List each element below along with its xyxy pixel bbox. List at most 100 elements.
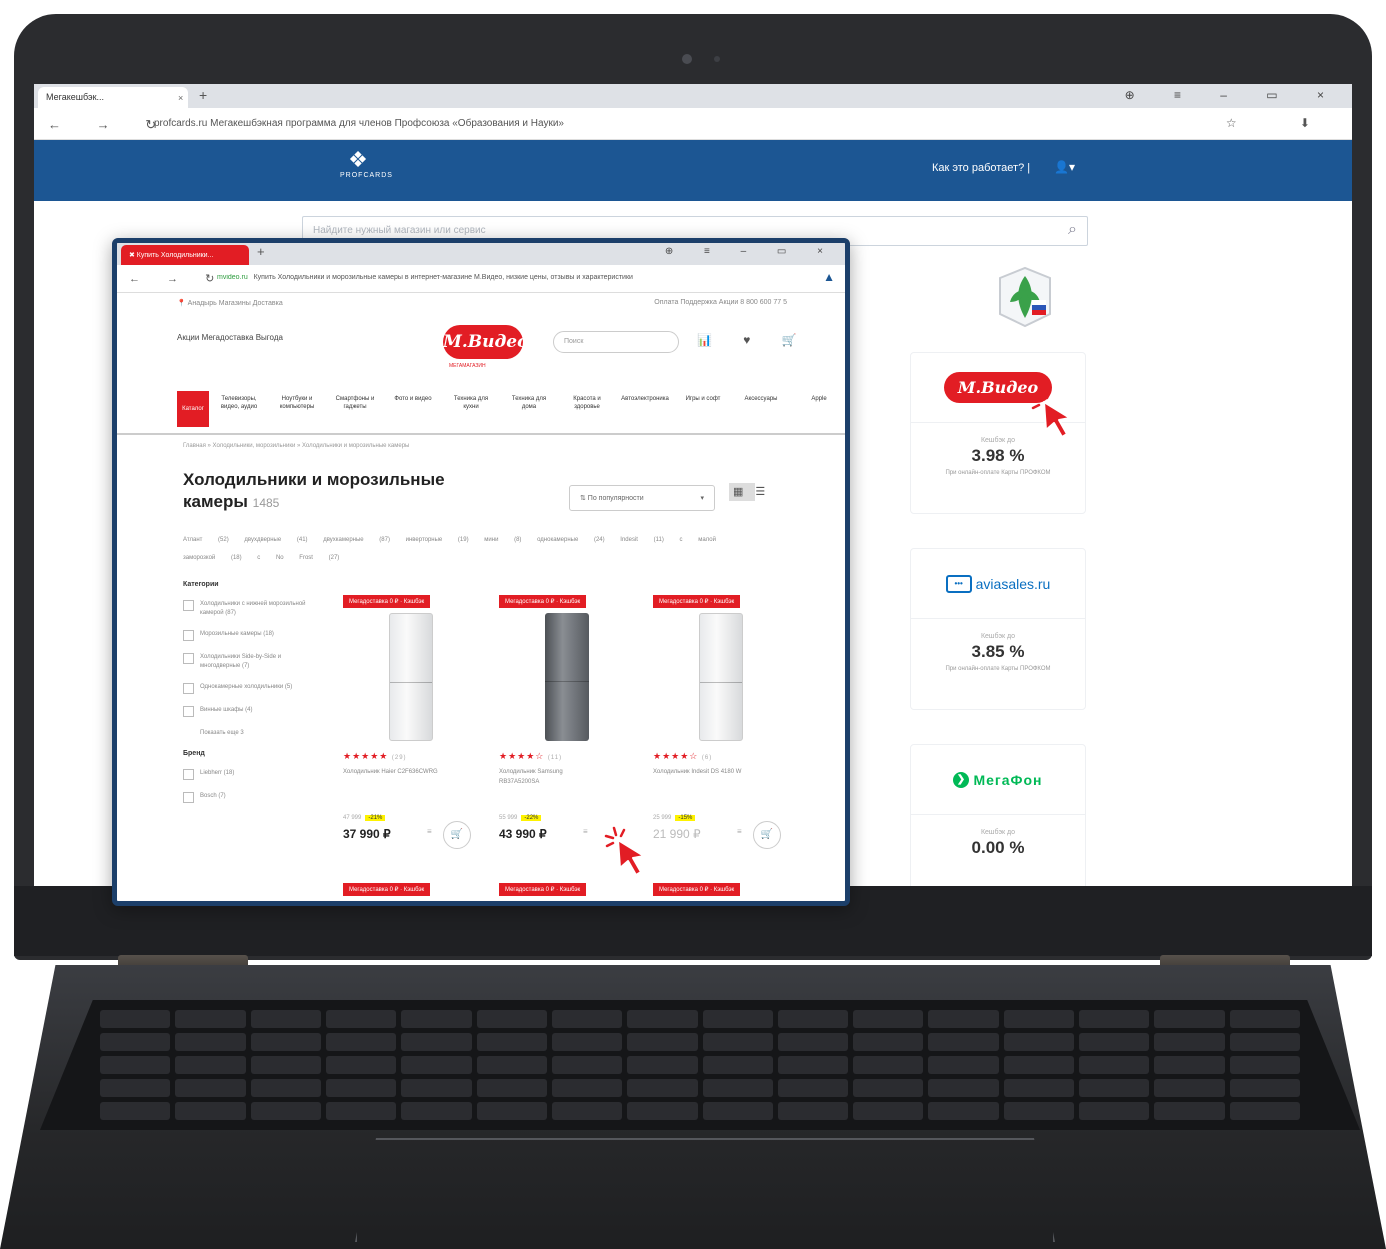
keyboard-key bbox=[702, 1010, 773, 1028]
product-image[interactable] bbox=[545, 613, 589, 741]
category-item[interactable]: Фото и видео bbox=[389, 395, 437, 411]
checkbox[interactable] bbox=[183, 653, 194, 664]
category-item[interactable]: Игры и софт bbox=[679, 395, 727, 411]
top-right-links[interactable]: Оплата Поддержка Акции 8 800 600 77 5 bbox=[654, 299, 787, 306]
add-to-cart-button[interactable]: 🛒 bbox=[753, 821, 781, 849]
filter-checkbox[interactable]: Винные шкафы (4) bbox=[183, 706, 313, 717]
compare-icon[interactable]: ≡ bbox=[737, 827, 742, 836]
old-price: 47 999 -21% bbox=[343, 815, 386, 821]
nav-buttons[interactable]: ← → ↻ bbox=[129, 272, 226, 285]
promo-badge: Мегадоставка 0 ₽ · Кэшбэк bbox=[343, 595, 431, 608]
category-item[interactable]: Телевизоры, видео, аудио bbox=[215, 395, 263, 411]
touchpad bbox=[355, 1138, 1055, 1242]
top-menu[interactable]: Акции Мегадоставка Выгода bbox=[177, 333, 283, 342]
keyboard-key bbox=[853, 1033, 924, 1051]
user-menu-icon[interactable]: 👤▾ bbox=[1054, 160, 1075, 174]
promo-badge: Мегадоставка 0 ₽ · Кэшбэк bbox=[653, 883, 741, 896]
filter-checkbox[interactable]: Холодильники Side-by-Side и многодверные… bbox=[183, 653, 313, 671]
aviasales-icon: ••• bbox=[945, 574, 972, 593]
category-item[interactable]: Автоэлектроника bbox=[621, 395, 669, 411]
checkbox[interactable] bbox=[183, 683, 194, 694]
product-name[interactable]: Холодильник Indesit DS 4180 W bbox=[653, 767, 753, 777]
cashback-card-megafon[interactable]: ❯ МегаФон Кешбэк до 0.00 % bbox=[910, 744, 1086, 886]
tab-mvideo[interactable]: ✖ Купить Холодильники... bbox=[121, 245, 249, 265]
search-icon[interactable]: ⌕ bbox=[1068, 221, 1077, 239]
keyboard-key bbox=[627, 1010, 698, 1028]
new-tab-button[interactable]: + bbox=[199, 87, 207, 103]
checkbox[interactable] bbox=[183, 630, 194, 641]
url-field[interactable]: mvideo.ru Купить Холодильники и морозиль… bbox=[217, 274, 777, 281]
keyboard-key bbox=[1003, 1102, 1075, 1120]
extension-icon[interactable]: ▲ bbox=[823, 270, 835, 284]
list-view-icon[interactable]: ☰ bbox=[755, 486, 773, 498]
view-toggle: ▦ ☰ bbox=[729, 483, 773, 501]
rating-stars: ★★★★★ (29) bbox=[343, 751, 407, 762]
catalog-button[interactable]: Каталог bbox=[177, 391, 209, 427]
filter-checkbox[interactable]: Морозильные камеры (18) bbox=[183, 630, 313, 641]
keyboard-key bbox=[1229, 1079, 1300, 1097]
old-price-value: 47 999 bbox=[343, 815, 362, 821]
compare-icon[interactable]: ≡ bbox=[427, 827, 432, 836]
keyboard-key bbox=[476, 1010, 547, 1028]
how-it-works-link[interactable]: Как это работает? | bbox=[932, 162, 1030, 174]
profcards-logo[interactable]: ❖ PROFCARDS bbox=[340, 148, 392, 180]
checkbox[interactable] bbox=[183, 706, 194, 717]
mvideo-logo[interactable]: М.Видео bbox=[443, 325, 528, 359]
filter-chips[interactable]: Атлант (52) двухдверные (41) двухкамерны… bbox=[183, 531, 743, 567]
checkbox[interactable] bbox=[183, 769, 194, 780]
category-item[interactable]: Техника для дома bbox=[505, 395, 553, 411]
new-tab-button[interactable]: + bbox=[257, 244, 265, 259]
product-card[interactable]: Мегадоставка 0 ₽ · Кэшбэк ★★★★☆ (11) Хол… bbox=[499, 595, 639, 865]
category-bar: Каталог Телевизоры, видео, аудио Ноутбук… bbox=[177, 391, 827, 427]
product-name[interactable]: Холодильник Samsung RB37A5200SA bbox=[499, 767, 599, 787]
url-text: Купить Холодильники и морозильные камеры… bbox=[253, 274, 633, 281]
camera-icon bbox=[682, 54, 692, 64]
bookmark-download-icons[interactable]: ☆ ⬇ bbox=[1226, 116, 1340, 130]
category-item[interactable]: Аксессуары bbox=[737, 395, 785, 411]
category-item[interactable]: Смартфоны и гаджеты bbox=[331, 395, 379, 411]
show-more-link[interactable]: Показать еще 3 bbox=[183, 729, 313, 738]
checkbox[interactable] bbox=[183, 600, 194, 611]
keyboard-key bbox=[1003, 1056, 1075, 1074]
sort-select[interactable]: ⇅ По популярности ▾ bbox=[569, 485, 715, 511]
checkbox-label: Bosch (7) bbox=[200, 793, 226, 799]
city-links[interactable]: 📍 Анадырь Магазины Доставка bbox=[177, 300, 283, 307]
filter-checkbox[interactable]: Liebherr (18) bbox=[183, 769, 313, 780]
keyboard-key bbox=[928, 1033, 999, 1051]
add-to-cart-button[interactable]: 🛒 bbox=[443, 821, 471, 849]
search-input[interactable]: Поиск bbox=[553, 331, 679, 353]
grid-view-icon[interactable]: ▦ bbox=[729, 483, 756, 501]
category-item[interactable]: Apple bbox=[795, 395, 843, 411]
checkbox[interactable] bbox=[183, 792, 194, 803]
card-logo: ••• aviasales.ru bbox=[911, 549, 1085, 619]
keyboard-key bbox=[702, 1079, 773, 1097]
keyboard-key bbox=[702, 1056, 773, 1074]
filter-checkbox[interactable]: Однокамерные холодильники (5) bbox=[183, 683, 313, 694]
product-name[interactable]: Холодильник Haier C2F636CWRG bbox=[343, 767, 443, 777]
product-card[interactable]: Мегадоставка 0 ₽ · Кэшбэк ★★★★★ (29) Хол… bbox=[343, 595, 483, 865]
category-item[interactable]: Ноутбуки и компьютеры bbox=[273, 395, 321, 411]
product-image[interactable] bbox=[699, 613, 743, 741]
old-price-value: 25 999 bbox=[653, 815, 672, 821]
camera-sensor bbox=[714, 56, 720, 62]
checkbox-label: Холодильники Side-by-Side и многодверные… bbox=[200, 654, 282, 669]
window-controls[interactable]: ⊕ ≡ – ▭ × bbox=[665, 246, 837, 257]
header-icons[interactable]: 📊 ♥ 🛒 bbox=[697, 333, 811, 347]
filter-checkbox[interactable]: Bosch (7) bbox=[183, 792, 313, 803]
url-field[interactable]: profcards.ru Мегакешбэкная программа для… bbox=[154, 118, 564, 129]
keyboard-key bbox=[325, 1079, 397, 1097]
tab-profcards[interactable]: Мегакешбэк... × bbox=[38, 87, 188, 108]
product-image[interactable] bbox=[389, 613, 433, 741]
cashback-card-aviasales[interactable]: ••• aviasales.ru Кешбэк до 3.85 % При онл… bbox=[910, 548, 1086, 710]
category-item[interactable]: Техника для кухни bbox=[447, 395, 495, 411]
product-card[interactable]: Мегадоставка 0 ₽ · Кэшбэк ★★★★☆ (6) Холо… bbox=[653, 595, 793, 865]
close-icon[interactable]: × bbox=[178, 93, 183, 103]
keyboard-key bbox=[551, 1079, 623, 1097]
card-logo: ❯ МегаФон bbox=[911, 745, 1085, 815]
breadcrumb[interactable]: Главная » Холодильники, морозильники » Х… bbox=[183, 443, 409, 449]
compare-icon[interactable]: ≡ bbox=[583, 827, 588, 836]
keyboard-key bbox=[476, 1079, 547, 1097]
window-controls[interactable]: ⊕ ≡ – ▭ × bbox=[1125, 88, 1342, 102]
filter-checkbox[interactable]: Холодильники с нижней морозильной камеро… bbox=[183, 600, 313, 618]
category-item[interactable]: Красота и здоровье bbox=[563, 395, 611, 411]
